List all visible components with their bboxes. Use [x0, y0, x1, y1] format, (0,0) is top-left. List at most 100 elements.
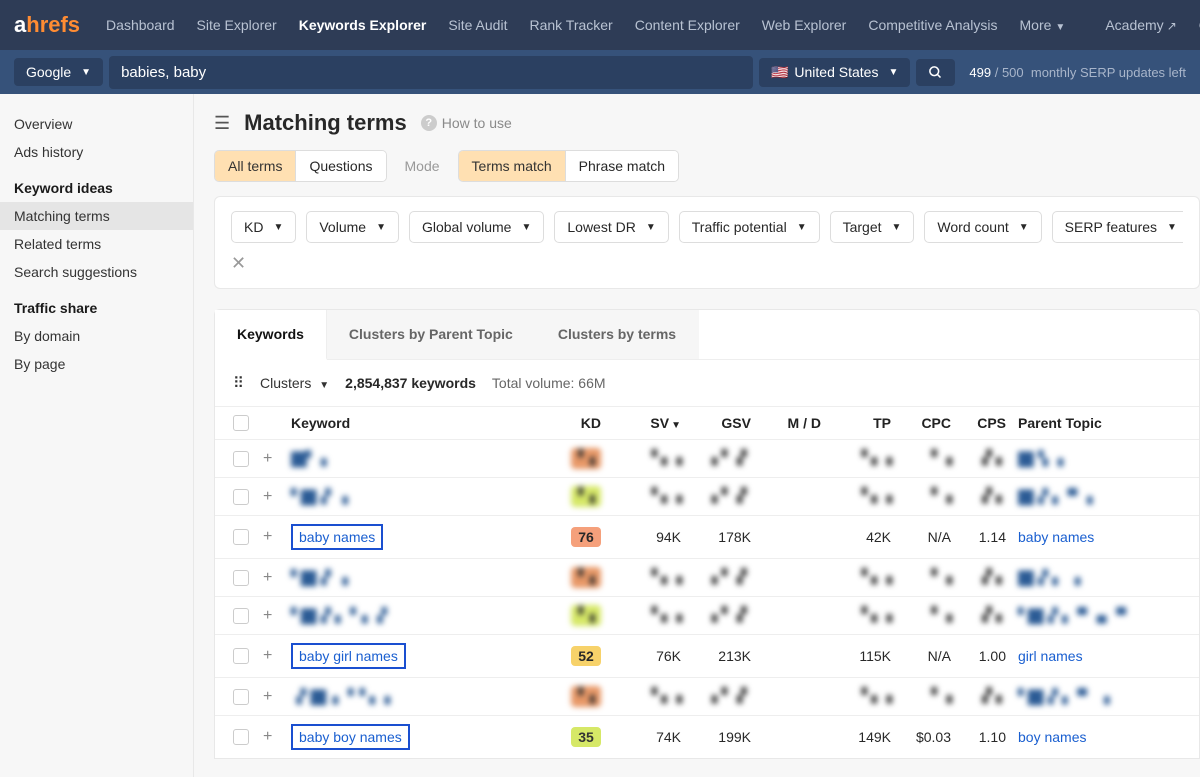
col-tp[interactable]: TP: [821, 415, 891, 431]
row-checkbox[interactable]: [233, 489, 249, 505]
keyword-cell[interactable]: baby names: [291, 524, 383, 550]
parent-topic-link[interactable]: ▘██▗▘▖▝▘ ▗: [1018, 690, 1109, 706]
keyword-cell[interactable]: ██▘▗: [291, 452, 325, 468]
nav-keywords-explorer[interactable]: Keywords Explorer: [289, 17, 437, 33]
expand-row[interactable]: +: [263, 450, 272, 467]
keyword-input[interactable]: [109, 56, 753, 89]
engine-select[interactable]: Google▼: [14, 58, 103, 86]
filter-traffic-potential[interactable]: Traffic potential▼: [679, 211, 820, 243]
row-checkbox[interactable]: [233, 451, 249, 467]
expand-row[interactable]: +: [263, 688, 272, 705]
col-keyword[interactable]: Keyword: [291, 415, 551, 431]
row-checkbox[interactable]: [233, 648, 249, 664]
expand-row[interactable]: +: [263, 728, 272, 745]
gsv-cell: 213K: [681, 648, 751, 664]
tab-clusters-parent[interactable]: Clusters by Parent Topic: [327, 310, 536, 359]
filter-serp-features[interactable]: SERP features▼: [1052, 211, 1183, 243]
results-card: Keywords Clusters by Parent Topic Cluste…: [214, 309, 1200, 759]
tab-clusters-terms[interactable]: Clusters by terms: [536, 310, 699, 359]
expand-row[interactable]: +: [263, 528, 272, 545]
nav-content-explorer[interactable]: Content Explorer: [625, 17, 750, 33]
keyword-cell[interactable]: ▘██▗▘ ▖: [291, 490, 352, 506]
clear-filters[interactable]: ✕: [231, 253, 1183, 274]
col-md[interactable]: M / D: [751, 415, 821, 431]
main: Overview Ads history Keyword ideas Match…: [0, 94, 1200, 777]
filter-global-volume[interactable]: Global volume▼: [409, 211, 544, 243]
sidebar-matching-terms[interactable]: Matching terms: [0, 202, 193, 230]
country-select[interactable]: 🇺🇸 United States ▼: [759, 58, 910, 87]
filter-tp-label: Traffic potential: [692, 219, 787, 235]
tab-keywords[interactable]: Keywords: [215, 310, 327, 360]
filter-panel: KD▼ Volume▼ Global volume▼ Lowest DR▼ Tr…: [214, 196, 1200, 289]
expand-row[interactable]: +: [263, 488, 272, 505]
filter-volume[interactable]: Volume▼: [306, 211, 399, 243]
match-toggle-group: Terms match Phrase match: [458, 150, 680, 182]
col-kd[interactable]: KD: [551, 415, 601, 431]
parent-topic-link[interactable]: ██▗▘▖ ▗: [1018, 571, 1079, 587]
nav-site-audit[interactable]: Site Audit: [438, 17, 517, 33]
sidebar-ads-history[interactable]: Ads history: [0, 138, 193, 166]
filter-target[interactable]: Target▼: [830, 211, 915, 243]
parent-topic-link[interactable]: ▘██▗▘▖▝▘▗▖▝▘: [1018, 609, 1130, 625]
parent-topic-link[interactable]: ██▗▘▖▝▘▗: [1018, 490, 1091, 506]
row-checkbox[interactable]: [233, 529, 249, 545]
row-checkbox[interactable]: [233, 689, 249, 705]
filter-kd[interactable]: KD▼: [231, 211, 296, 243]
sidebar-by-domain[interactable]: By domain: [0, 322, 193, 350]
sidebar-overview[interactable]: Overview: [0, 110, 193, 138]
filter-word-count[interactable]: Word count▼: [924, 211, 1041, 243]
sidebar-search-suggestions[interactable]: Search suggestions: [0, 258, 193, 286]
select-all-checkbox[interactable]: [233, 415, 249, 431]
row-checkbox[interactable]: [233, 608, 249, 624]
nav-credits[interactable]: C: [1189, 17, 1200, 33]
col-parent-topic[interactable]: Parent Topic: [1006, 415, 1200, 431]
keyword-cell[interactable]: baby girl names: [291, 643, 406, 669]
nav-academy[interactable]: Academy↗: [1095, 17, 1186, 33]
how-to-use[interactable]: ? How to use: [421, 115, 512, 131]
col-cpc[interactable]: CPC: [891, 415, 951, 431]
nav-web-explorer[interactable]: Web Explorer: [752, 17, 857, 33]
gsv-cell: 199K: [681, 729, 751, 745]
keyword-cell[interactable]: ▘██▗▘ ▖: [291, 571, 352, 587]
toggle-phrase-match[interactable]: Phrase match: [566, 151, 678, 181]
nav-dashboard[interactable]: Dashboard: [96, 17, 185, 33]
keyword-cell[interactable]: ▗▘██ ▖▝ ▘▖▗: [291, 690, 389, 706]
parent-topic-link[interactable]: ██▝▖▗: [1018, 452, 1062, 468]
sv-cell: ▘▖▗: [601, 569, 681, 586]
parent-topic-link[interactable]: boy names: [1018, 729, 1086, 745]
nav-competitive-analysis[interactable]: Competitive Analysis: [858, 17, 1007, 33]
toggle-all-terms[interactable]: All terms: [215, 151, 296, 181]
toggle-questions[interactable]: Questions: [296, 151, 385, 181]
parent-topic-link[interactable]: baby names: [1018, 529, 1094, 545]
keyword-cell[interactable]: baby boy names: [291, 724, 410, 750]
menu-icon[interactable]: ☰: [214, 113, 230, 134]
chevron-down-icon: ▼: [521, 222, 531, 233]
sidebar-related-terms[interactable]: Related terms: [0, 230, 193, 258]
row-checkbox[interactable]: [233, 570, 249, 586]
expand-row[interactable]: +: [263, 607, 272, 624]
filter-lowest-dr[interactable]: Lowest DR▼: [554, 211, 668, 243]
nav-site-explorer[interactable]: Site Explorer: [187, 17, 287, 33]
search-button[interactable]: [916, 59, 955, 86]
nav-more[interactable]: More▼: [1010, 17, 1076, 33]
external-link-icon: ↗: [1167, 19, 1177, 33]
expand-row[interactable]: +: [263, 569, 272, 586]
sidebar-by-page[interactable]: By page: [0, 350, 193, 378]
clusters-dropdown[interactable]: Clusters ▼: [260, 375, 329, 391]
tp-cell: ▘▖▗: [821, 688, 891, 705]
keyword-cell[interactable]: ▘██▗▘▖▝ ▖▗▘: [291, 609, 391, 625]
table-row: +▘██▗▘ ▖▘▗▘▖▗▖▘▗▘▘▖▗▘▗▗▘▖██▗▘▖ ▗: [215, 558, 1199, 596]
toggle-terms-match[interactable]: Terms match: [459, 151, 566, 181]
logo[interactable]: ahrefs: [14, 12, 80, 38]
row-checkbox[interactable]: [233, 729, 249, 745]
tab-row: Keywords Clusters by Parent Topic Cluste…: [215, 310, 1199, 360]
cpc-cell: $0.03: [891, 729, 951, 745]
parent-topic-link[interactable]: girl names: [1018, 648, 1083, 664]
col-sv[interactable]: SV▼: [601, 415, 681, 431]
expand-row[interactable]: +: [263, 647, 272, 664]
nav-rank-tracker[interactable]: Rank Tracker: [519, 17, 622, 33]
col-cps[interactable]: CPS: [951, 415, 1006, 431]
results-table: Keyword KD SV▼ GSV M / D TP CPC CPS Pare…: [215, 406, 1199, 758]
sv-cell: 76K: [601, 648, 681, 664]
col-gsv[interactable]: GSV: [681, 415, 751, 431]
